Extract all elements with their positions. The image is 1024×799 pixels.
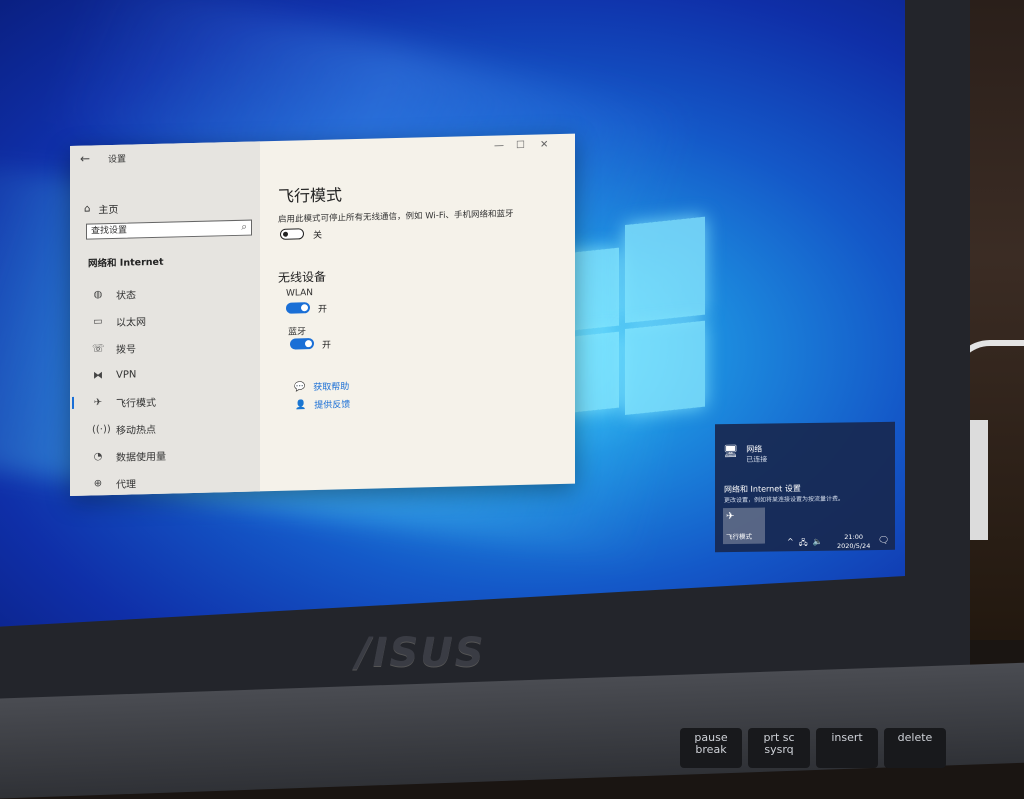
get-help-label: 获取帮助	[313, 382, 350, 394]
page-title: 飞行模式	[278, 185, 343, 206]
feedback-link[interactable]: 👤 提供反馈	[295, 397, 350, 411]
key-prtsc[interactable]: prt sc sysrq	[748, 728, 810, 768]
search-icon[interactable]: ⌕	[241, 221, 247, 235]
sidebar-item-label: 数据使用量	[116, 451, 166, 464]
sidebar-item-label: 状态	[116, 290, 136, 302]
bluetooth-toggle-state: 开	[322, 340, 332, 351]
network-icon[interactable]: 🖧	[799, 537, 808, 551]
sidebar-item-label: 以太网	[116, 317, 146, 329]
key-label: insert	[831, 731, 863, 744]
key-delete[interactable]: delete	[884, 728, 946, 768]
sidebar-item-label: VPN	[116, 369, 137, 381]
data-usage-icon: ◔	[93, 451, 103, 463]
key-label: delete	[897, 731, 933, 744]
key-label: sysrq	[764, 743, 794, 756]
wireless-heading: 无线设备	[278, 269, 327, 285]
key-pause[interactable]: pause break	[680, 728, 742, 768]
feedback-label: 提供反馈	[314, 400, 351, 412]
taskbar: ^ 🖧 🔈 21:00 2020/5/24 🗨	[715, 531, 895, 553]
notification-icon[interactable]: 🗨	[878, 536, 889, 546]
proxy-icon: ⊕	[93, 478, 103, 490]
wlan-toggle[interactable]	[286, 302, 310, 314]
chevron-up-icon[interactable]: ^	[787, 537, 794, 551]
network-settings-desc: 更改设置，例如将某连接设置为按流量计费。	[724, 495, 845, 505]
wlan-toggle-state: 开	[318, 304, 328, 315]
clock[interactable]: 21:00 2020/5/24	[837, 533, 870, 551]
laptop-brand-logo: /ISUS	[356, 630, 486, 676]
help-icon: 💬	[294, 381, 306, 393]
home-link[interactable]: ⌂ 主页	[84, 201, 118, 217]
window-title: 设置	[108, 154, 127, 166]
sidebar-item-label: 移动热点	[116, 424, 156, 437]
hotspot-icon: ((·))	[92, 424, 111, 436]
vpn-icon: ⧓	[93, 370, 103, 382]
page-description: 启用此模式可停止所有无线通信，例如 Wi-Fi、手机网络和蓝牙	[278, 209, 514, 225]
airplane-icon: ✈	[726, 510, 735, 523]
home-icon: ⌂	[84, 203, 91, 215]
get-help-link[interactable]: 💬 获取帮助	[294, 379, 349, 393]
sidebar-item-label: 拨号	[116, 344, 136, 356]
sidebar-item-label: 代理	[116, 479, 136, 491]
section-title: 网络和 Internet	[88, 256, 164, 270]
wlan-label: WLAN	[286, 288, 314, 299]
globe-icon: ◍	[93, 289, 103, 301]
network-name: 网络	[746, 444, 763, 454]
key-insert[interactable]: insert	[816, 728, 878, 768]
sidebar-item-proxy[interactable]: ⊕ 代理	[70, 466, 260, 498]
bluetooth-toggle[interactable]	[290, 338, 314, 350]
volume-icon[interactable]: 🔈	[813, 537, 823, 551]
network-entry[interactable]: 🖥 网络 已连接	[723, 444, 767, 466]
network-status: 已连接	[746, 455, 768, 464]
dialup-icon: ☏	[92, 343, 105, 355]
airplane-icon: ✈	[93, 397, 103, 409]
ethernet-icon: ▭	[93, 316, 103, 328]
airplane-toggle-state: 关	[313, 230, 323, 242]
clock-date: 2020/5/24	[837, 542, 871, 550]
sidebar-nav: ◍ 状态 ▭ 以太网 ☏ 拨号 ⧓ VPN ✈ 飞行模式 ((·)) 移动热点 …	[70, 277, 260, 498]
back-arrow-icon[interactable]: ←	[80, 152, 90, 166]
keyboard-row: pause break prt sc sysrq insert delete	[680, 728, 946, 768]
airplane-mode-toggle[interactable]	[280, 228, 304, 240]
key-label: break	[695, 743, 727, 756]
sidebar-item-label: 飞行模式	[116, 397, 156, 410]
system-tray: ^ 🖧 🔈	[787, 537, 823, 551]
settings-window: ← 设置 — ☐ ✕ ⌂ 主页 查找设置 ⌕ 网络和 Internet ◍ 状态…	[70, 133, 575, 498]
search-placeholder: 查找设置	[91, 225, 128, 237]
clock-time: 21:00	[844, 533, 864, 541]
bluetooth-label: 蓝牙	[288, 327, 307, 338]
feedback-icon: 👤	[295, 399, 307, 411]
monitor-icon: 🖥	[723, 443, 739, 459]
settings-content: 飞行模式 启用此模式可停止所有无线通信，例如 Wi-Fi、手机网络和蓝牙 关 无…	[278, 134, 575, 491]
home-label: 主页	[98, 204, 119, 217]
